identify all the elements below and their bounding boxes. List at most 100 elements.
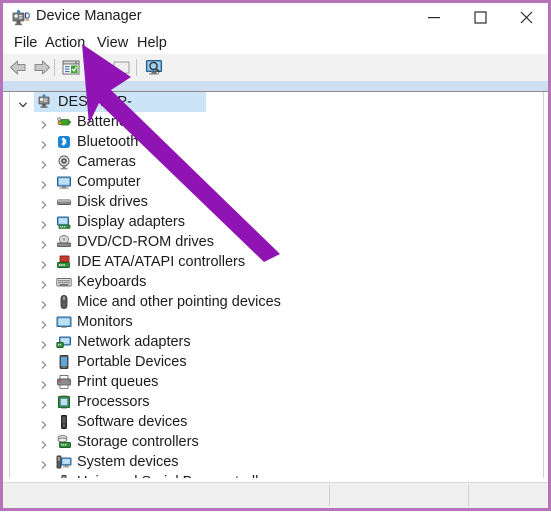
- uninstall-device-button[interactable]: [111, 57, 133, 78]
- tree-item-label: Software devices: [77, 414, 188, 430]
- tree-item-processors[interactable]: Processors: [10, 392, 543, 412]
- tree-item-label: Monitors: [77, 314, 133, 330]
- chevron-right-icon[interactable]: [39, 157, 49, 169]
- update-driver-button[interactable]: [87, 57, 109, 78]
- tree-item-dvd-cd-rom-drives[interactable]: DVD/CD-ROM drives: [10, 232, 543, 252]
- chevron-right-icon[interactable]: [39, 477, 49, 478]
- tree-root-node[interactable]: DESKTOP-: [10, 92, 543, 112]
- tree-item-mice-and-other-pointing-devices[interactable]: Mice and other pointing devices: [10, 292, 543, 312]
- forward-button[interactable]: [30, 57, 52, 78]
- tree-item-network-adapters[interactable]: Network adapters: [10, 332, 543, 352]
- tree-item-label: Cameras: [77, 154, 136, 170]
- chevron-right-icon[interactable]: [39, 117, 49, 129]
- chevron-right-icon[interactable]: [39, 457, 49, 469]
- status-pane-main: [3, 485, 330, 506]
- tree-item-cameras[interactable]: Cameras: [10, 152, 543, 172]
- computer-icon: [56, 174, 72, 190]
- tree-item-system-devices[interactable]: System devices: [10, 452, 543, 472]
- toolbar: [3, 54, 548, 82]
- tree-item-label: IDE ATA/ATAPI controllers: [77, 254, 246, 270]
- scan-hardware-button[interactable]: [143, 57, 165, 78]
- chevron-right-icon[interactable]: [39, 317, 49, 329]
- device-manager-icon: [12, 9, 30, 26]
- tree-item-keyboards[interactable]: Keyboards: [10, 272, 543, 292]
- usb-controller-icon: [56, 474, 72, 478]
- maximize-button[interactable]: [458, 3, 503, 32]
- menu-bar: File Action View Help: [3, 32, 548, 54]
- tree-item-label: Network adapters: [77, 334, 191, 350]
- close-button[interactable]: [504, 3, 549, 32]
- tree-item-label: Storage controllers: [77, 434, 199, 450]
- dvd-drive-icon: [56, 234, 72, 250]
- chevron-right-icon[interactable]: [39, 137, 49, 149]
- chevron-right-icon[interactable]: [39, 337, 49, 349]
- tree-item-storage-controllers[interactable]: Storage controllers: [10, 432, 543, 452]
- chevron-right-icon[interactable]: [39, 277, 49, 289]
- display-adapter-icon: [56, 214, 72, 230]
- status-bar: [3, 482, 548, 508]
- tree-item-software-devices[interactable]: Software devices: [10, 412, 543, 432]
- chevron-right-icon[interactable]: [39, 237, 49, 249]
- title-bar[interactable]: Device Manager: [3, 3, 548, 32]
- tree-item-ide-ata-atapi-controllers[interactable]: IDE ATA/ATAPI controllers: [10, 252, 543, 272]
- toolbar-separator: [54, 59, 55, 76]
- tree-item-label: Mice and other pointing devices: [77, 294, 281, 310]
- tree-item-label: Disk drives: [77, 194, 148, 210]
- window-title: Device Manager: [36, 8, 142, 24]
- network-adapter-icon: [56, 334, 72, 350]
- chevron-right-icon[interactable]: [39, 197, 49, 209]
- tree-item-display-adapters[interactable]: Display adapters: [10, 212, 543, 232]
- mouse-icon: [56, 294, 72, 310]
- chevron-right-icon[interactable]: [39, 377, 49, 389]
- tree-item-monitors[interactable]: Monitors: [10, 312, 543, 332]
- processor-icon: [56, 394, 72, 410]
- chevron-right-icon[interactable]: [39, 257, 49, 269]
- portable-device-icon: [56, 354, 72, 370]
- keyboard-icon: [56, 274, 72, 290]
- tree-item-portable-devices[interactable]: Portable Devices: [10, 352, 543, 372]
- properties-button[interactable]: [60, 57, 82, 78]
- tree-item-bluetooth[interactable]: Bluetooth: [10, 132, 543, 152]
- tree-root-label: DESKTOP-: [58, 94, 132, 110]
- tree-item-universal-serial-bus-controllers[interactable]: Universal Serial Bus controllers: [10, 472, 543, 478]
- tree-item-computer[interactable]: Computer: [10, 172, 543, 192]
- bluetooth-icon: [56, 134, 72, 150]
- tree-item-label: Universal Serial Bus controllers: [77, 473, 278, 478]
- tree-item-label: Keyboards: [77, 274, 147, 290]
- camera-icon: [56, 154, 72, 170]
- chevron-right-icon[interactable]: [39, 297, 49, 309]
- chevron-right-icon[interactable]: [39, 417, 49, 429]
- tree-item-batteries[interactable]: Batteries: [10, 112, 543, 132]
- tree-item-label: DVD/CD-ROM drives: [77, 234, 214, 250]
- menu-action[interactable]: Action: [42, 34, 88, 52]
- chevron-right-icon[interactable]: [39, 217, 49, 229]
- minimize-button[interactable]: [412, 3, 457, 32]
- tree-item-label: Display adapters: [77, 214, 185, 230]
- status-pane-middle: [330, 485, 469, 506]
- computer-root-icon: [37, 94, 53, 110]
- toolbar-separator-2: [136, 59, 137, 76]
- chevron-right-icon[interactable]: [39, 177, 49, 189]
- tree-item-label: Print queues: [77, 374, 159, 390]
- software-device-icon: [56, 414, 72, 430]
- printer-icon: [56, 374, 72, 390]
- tree-item-label: Computer: [77, 174, 141, 190]
- chevron-down-icon[interactable]: [18, 97, 28, 108]
- chevron-right-icon[interactable]: [39, 437, 49, 449]
- tree-item-print-queues[interactable]: Print queues: [10, 372, 543, 392]
- column-header-band: [3, 81, 548, 92]
- battery-icon: [56, 114, 72, 130]
- tree-item-label: System devices: [77, 454, 179, 470]
- menu-view[interactable]: View: [94, 34, 131, 52]
- chevron-right-icon[interactable]: [39, 397, 49, 409]
- menu-file[interactable]: File: [11, 34, 40, 52]
- device-tree[interactable]: DESKTOP- Batteries Bluetooth Cameras Com…: [9, 92, 544, 478]
- back-button[interactable]: [8, 57, 30, 78]
- ide-controller-icon: [56, 254, 72, 270]
- device-manager-window: Device Manager File Action View Help DES…: [0, 0, 551, 511]
- tree-item-label: Bluetooth: [77, 134, 139, 150]
- tree-item-label: Batteries: [77, 114, 135, 130]
- menu-help[interactable]: Help: [134, 34, 170, 52]
- tree-item-disk-drives[interactable]: Disk drives: [10, 192, 543, 212]
- chevron-right-icon[interactable]: [39, 357, 49, 369]
